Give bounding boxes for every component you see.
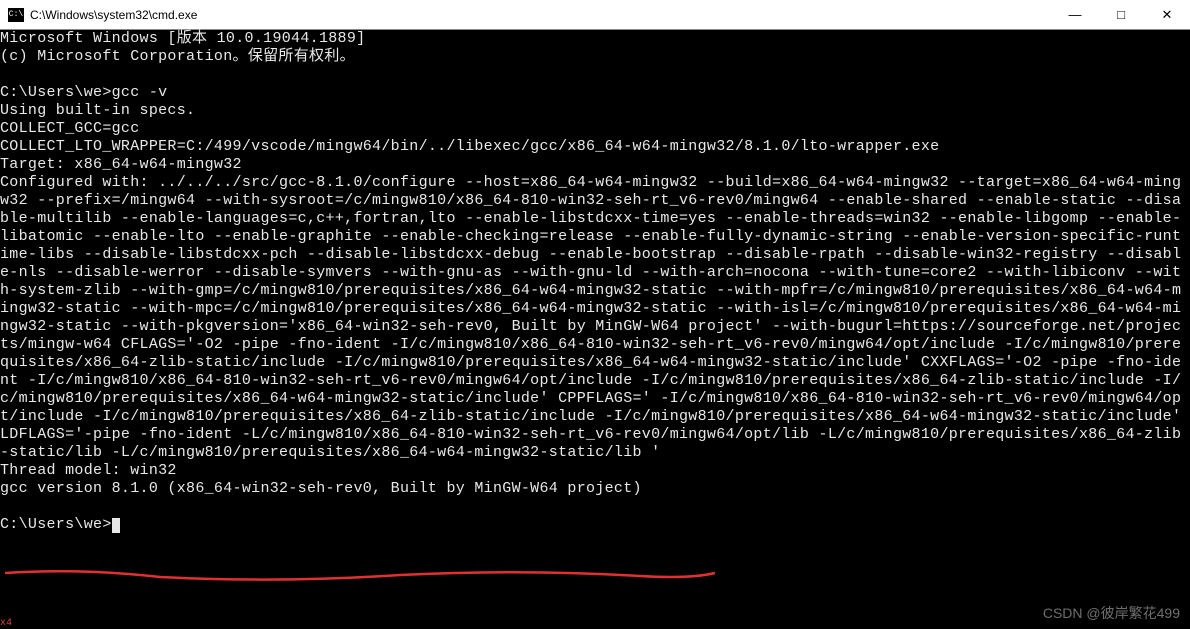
- os-version-line: Microsoft Windows [版本 10.0.19044.1889]: [0, 30, 365, 47]
- window-title: C:\Windows\system32\cmd.exe: [30, 8, 1052, 22]
- window-titlebar: C:\Windows\system32\cmd.exe — □ ✕: [0, 0, 1190, 30]
- command-prompt-idle: C:\Users\we>: [0, 516, 112, 533]
- copyright-line: (c) Microsoft Corporation。保留所有权利。: [0, 48, 355, 65]
- gcc-version-line: gcc version 8.1.0 (x86_64-win32-seh-rev0…: [0, 480, 642, 497]
- thread-model-line: Thread model: win32: [0, 462, 177, 479]
- specs-line: Using built-in specs.: [0, 102, 195, 119]
- watermark-text: CSDN @彼岸繁花499: [1043, 603, 1180, 623]
- collect-lto-line: COLLECT_LTO_WRAPPER=C:/499/vscode/mingw6…: [0, 138, 939, 155]
- maximize-button[interactable]: □: [1098, 0, 1144, 29]
- cmd-icon: [8, 8, 24, 22]
- collect-gcc-line: COLLECT_GCC=gcc: [0, 120, 140, 137]
- close-button[interactable]: ✕: [1144, 0, 1190, 29]
- configured-line: Configured with: ../../../src/gcc-8.1.0/…: [0, 174, 1190, 461]
- cursor-icon: [112, 518, 120, 533]
- terminal-output[interactable]: Microsoft Windows [版本 10.0.19044.1889] (…: [0, 30, 1190, 534]
- target-line: Target: x86_64-w64-mingw32: [0, 156, 242, 173]
- annotation-underline: [0, 565, 720, 585]
- window-controls: — □ ✕: [1052, 0, 1190, 29]
- command-prompt-gcc: C:\Users\we>gcc -v: [0, 84, 167, 101]
- editor-tag: x4: [0, 618, 12, 629]
- minimize-button[interactable]: —: [1052, 0, 1098, 29]
